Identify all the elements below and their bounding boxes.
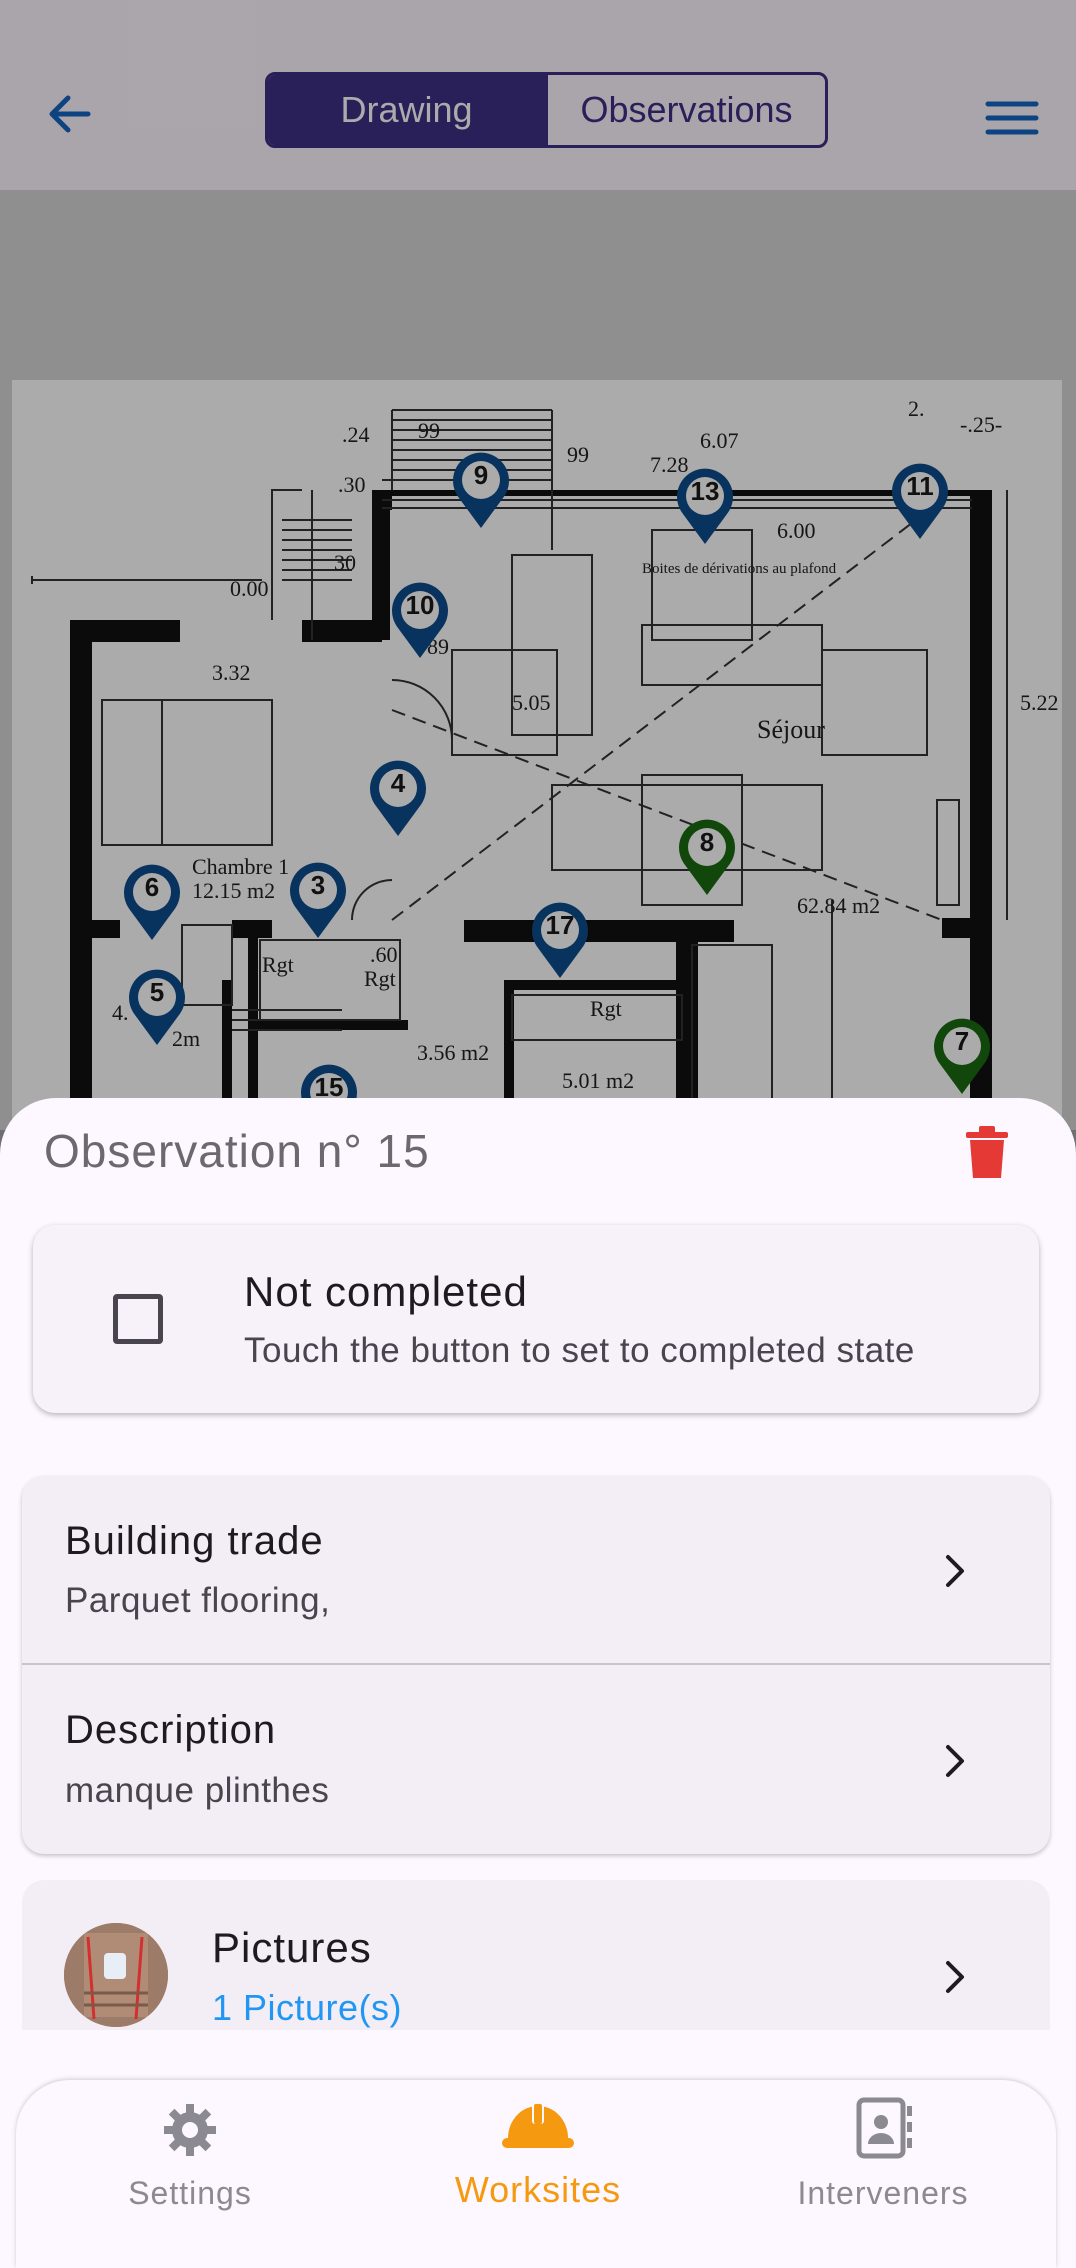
trash-icon xyxy=(966,1126,1008,1178)
observation-title: Observation n° 15 xyxy=(44,1125,430,1177)
pictures-label: Pictures xyxy=(212,1924,372,1971)
nav-item-settings[interactable]: Settings xyxy=(70,2100,310,2212)
chevron-right-icon[interactable] xyxy=(940,1741,970,1781)
chevron-right-icon[interactable] xyxy=(940,1551,970,1591)
nav-label-interveners: Interveners xyxy=(797,2175,969,2211)
scrim[interactable] xyxy=(0,0,1076,190)
description-label[interactable]: Description xyxy=(65,1708,276,1753)
delete-button[interactable] xyxy=(962,1124,1012,1180)
nav-item-worksites[interactable]: Worksites xyxy=(418,2094,658,2211)
chevron-right-icon[interactable] xyxy=(940,1957,970,1997)
building-trade-value[interactable]: Parquet flooring, xyxy=(65,1581,330,1621)
nav-label-worksites: Worksites xyxy=(454,2169,622,2210)
contact-book-icon xyxy=(856,2097,912,2159)
hard-hat-icon xyxy=(502,2102,574,2148)
divider xyxy=(22,1663,1050,1665)
pictures-count[interactable]: 1 Picture(s) xyxy=(212,1987,402,2029)
building-trade-label[interactable]: Building trade xyxy=(65,1519,324,1564)
completion-status: Not completed xyxy=(244,1268,528,1315)
scrim[interactable] xyxy=(0,190,1076,1130)
completion-hint: Touch the button to set to completed sta… xyxy=(244,1331,915,1370)
nav-label-settings: Settings xyxy=(128,2175,252,2211)
picture-thumbnail[interactable] xyxy=(64,1923,168,2027)
gear-icon xyxy=(164,2104,216,2156)
completion-card[interactable] xyxy=(33,1225,1039,1413)
pictures-card[interactable] xyxy=(22,1880,1050,2030)
description-value[interactable]: manque plinthes xyxy=(65,1771,329,1811)
completed-checkbox[interactable] xyxy=(113,1294,163,1344)
nav-item-interveners[interactable]: Interveners xyxy=(763,2096,1003,2212)
